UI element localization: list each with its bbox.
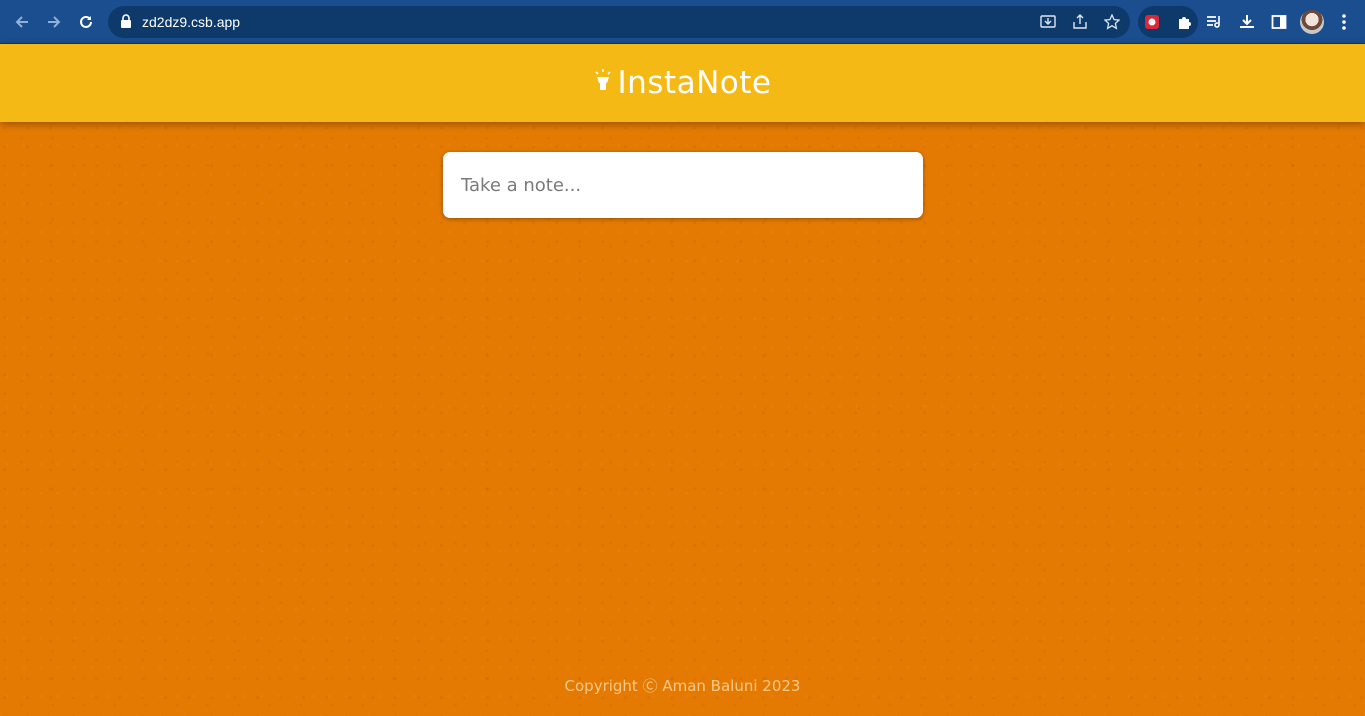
- download-icon[interactable]: [1236, 11, 1258, 33]
- brand: InstaNote: [594, 65, 772, 101]
- note-input[interactable]: [443, 152, 923, 218]
- extension-icon[interactable]: [1142, 12, 1162, 32]
- side-panel-icon[interactable]: [1268, 11, 1290, 33]
- install-app-icon[interactable]: [1038, 12, 1058, 32]
- reload-icon[interactable]: [74, 10, 98, 34]
- app-title: InstaNote: [617, 65, 772, 101]
- footer-copyright: Copyright Ⓒ Aman Baluni 2023: [564, 677, 801, 695]
- app-header: InstaNote: [0, 44, 1365, 122]
- profile-avatar[interactable]: [1300, 10, 1324, 34]
- lock-icon[interactable]: [120, 14, 132, 33]
- forward-arrow-icon[interactable]: [42, 10, 66, 34]
- url-text: zd2dz9.csb.app: [142, 14, 241, 30]
- reading-list-icon[interactable]: [1204, 11, 1226, 33]
- browser-toolbar: zd2dz9.csb.app: [0, 0, 1365, 44]
- puzzle-icon[interactable]: [1174, 12, 1194, 32]
- address-bar[interactable]: zd2dz9.csb.app: [108, 6, 1130, 38]
- extensions-pill: [1138, 6, 1198, 38]
- share-icon[interactable]: [1070, 12, 1090, 32]
- bookmark-star-icon[interactable]: [1102, 12, 1122, 32]
- menu-kebab-icon[interactable]: [1333, 11, 1355, 33]
- back-arrow-icon[interactable]: [10, 10, 34, 34]
- lightbulb-icon: [594, 68, 612, 98]
